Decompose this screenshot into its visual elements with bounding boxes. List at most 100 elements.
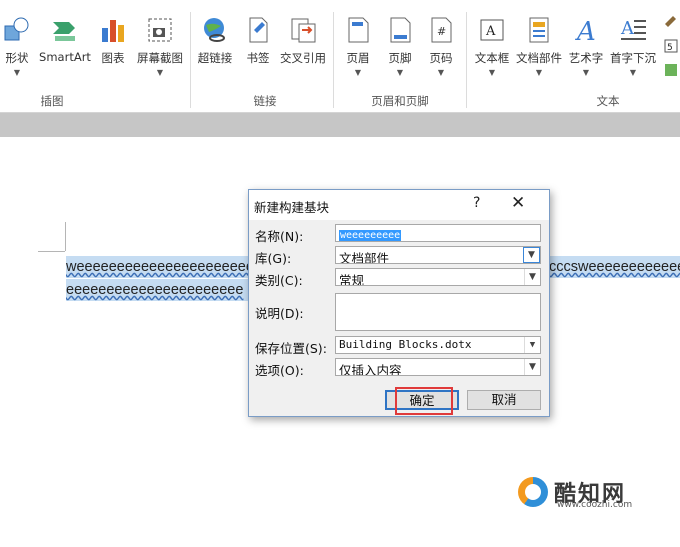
chevron-down-icon[interactable]: ▼ — [524, 269, 540, 285]
options-select[interactable]: 仅插入内容 ▼ — [335, 358, 541, 376]
group-label-text: 文本 — [596, 94, 620, 108]
margin-guide-horizontal — [38, 251, 65, 252]
save-location-value: Building Blocks.dotx — [339, 338, 472, 351]
page-number-button[interactable]: # 页码 ▼ — [424, 10, 458, 77]
chevron-down-icon: ▼ — [156, 68, 164, 77]
footer-button[interactable]: 页脚 ▼ — [383, 10, 417, 77]
svg-text:#: # — [437, 25, 446, 38]
smartart-button[interactable]: SmartArt — [38, 10, 92, 64]
svg-text:A: A — [620, 18, 635, 39]
smartart-label: SmartArt — [39, 50, 91, 64]
help-button[interactable]: ? — [473, 195, 480, 211]
gallery-value: 文档部件 — [339, 251, 390, 264]
dialog-title: 新建构建基块 — [254, 200, 330, 215]
cross-reference-label: 交叉引用 — [280, 51, 326, 65]
wordart-label: 艺术字 — [568, 51, 604, 65]
group-label-links: 链接 — [253, 94, 277, 108]
group-divider — [190, 12, 191, 108]
options-value: 仅插入内容 — [339, 363, 402, 376]
chevron-down-icon: ▼ — [437, 68, 445, 77]
group-divider — [466, 12, 467, 108]
chevron-down-icon: ▼ — [582, 68, 590, 77]
chevron-down-icon: ▼ — [396, 68, 404, 77]
page-number-label: 页码 — [429, 51, 453, 65]
chevron-down-icon: ▼ — [488, 68, 496, 77]
shapes-icon — [3, 16, 31, 44]
gallery-label: 库(G): — [255, 251, 292, 266]
bookmark-icon — [244, 16, 272, 44]
svg-text:A: A — [485, 24, 496, 39]
header-icon — [344, 16, 372, 44]
small-tools-column: 5 — [663, 14, 679, 84]
chevron-down-icon[interactable]: ▼ — [524, 337, 540, 353]
category-value: 常规 — [339, 273, 365, 286]
screenshot-label: 屏幕截图 — [137, 51, 183, 65]
header-button[interactable]: 页眉 ▼ — [341, 10, 375, 77]
footer-label: 页脚 — [388, 51, 412, 65]
chevron-down-icon: ▼ — [13, 68, 21, 77]
quick-parts-label: 文档部件 — [516, 51, 562, 65]
save-location-select[interactable]: Building Blocks.dotx ▼ — [335, 336, 541, 354]
name-field[interactable]: weeeeeeeee — [335, 224, 541, 242]
header-label: 页眉 — [346, 51, 370, 65]
watermark-logo-icon — [518, 477, 548, 507]
textbox-icon: A — [478, 16, 506, 44]
bookmark-label: 书签 — [246, 51, 270, 65]
group-label-illustrations: 插图 — [40, 94, 64, 108]
group-divider — [333, 12, 334, 108]
name-value: weeeeeeeee — [339, 230, 402, 241]
cancel-button[interactable]: 取消 — [467, 390, 541, 410]
bookmark-button[interactable]: 书签 — [241, 10, 275, 66]
quick-parts-icon — [525, 16, 553, 44]
drop-cap-button[interactable]: A 首字下沉 ▼ — [608, 10, 658, 77]
footer-icon — [386, 16, 414, 44]
drop-cap-icon: A — [619, 16, 647, 44]
screenshot-icon — [146, 16, 174, 44]
chevron-down-icon[interactable]: ▼ — [523, 247, 540, 263]
selected-text-line-2[interactable]: eeeeeeeeeeeeeeeeeeeeee — [66, 279, 248, 301]
close-button[interactable]: ✕ — [511, 193, 525, 213]
new-building-block-dialog: 新建构建基块 ? ✕ 名称(N): weeeeeeeee 库(G): 文档部件 … — [248, 189, 550, 417]
screenshot-button[interactable]: 屏幕截图 ▼ — [134, 10, 186, 77]
save-location-label: 保存位置(S): — [255, 341, 327, 356]
chevron-down-icon: ▼ — [535, 68, 543, 77]
description-field[interactable] — [335, 293, 541, 331]
chevron-down-icon[interactable]: ▼ — [524, 359, 540, 375]
shapes-label: 形状 — [5, 51, 29, 65]
highlight-box — [395, 387, 453, 415]
hyperlink-icon — [201, 16, 229, 44]
chart-icon — [99, 16, 127, 44]
cross-reference-icon — [289, 16, 317, 44]
drop-cap-label: 首字下沉 — [610, 51, 656, 65]
chart-button[interactable]: 图表 — [96, 10, 130, 66]
chevron-down-icon: ▼ — [354, 68, 362, 77]
wordart-button[interactable]: A 艺术字 ▼ — [566, 10, 606, 77]
ribbon: 形状 ▼ SmartArt 图表 屏幕截图 ▼ 超链接 书签 交叉引用 页眉 ▼… — [0, 0, 680, 113]
smartart-icon — [51, 16, 79, 44]
ruler-bar — [0, 113, 680, 137]
signature-line-icon: 5 — [664, 16, 678, 76]
group-label-header-footer: 页眉和页脚 — [371, 94, 429, 108]
gallery-select[interactable]: 文档部件 ▼ — [335, 246, 541, 264]
selected-text-line-1-right[interactable]: cccsweeeeeeeeeeee — [549, 256, 680, 278]
svg-text:A: A — [575, 17, 596, 44]
name-label: 名称(N): — [255, 229, 304, 244]
category-label: 类别(C): — [255, 273, 303, 288]
shapes-button[interactable]: 形状 ▼ — [0, 10, 34, 77]
wordart-icon: A — [572, 16, 600, 47]
options-label: 选项(O): — [255, 363, 304, 378]
selected-text-line-1-left[interactable]: weeeeeeeeeeeeeeeeeeeeeeee — [66, 256, 248, 278]
margin-guide-vertical — [65, 222, 66, 251]
watermark-url: www.coozhi.com — [557, 500, 633, 510]
description-label: 说明(D): — [255, 306, 304, 321]
hyperlink-label: 超链接 — [197, 51, 233, 65]
quick-parts-button[interactable]: 文档部件 ▼ — [514, 10, 564, 77]
chart-label: 图表 — [101, 51, 125, 65]
textbox-button[interactable]: A 文本框 ▼ — [472, 10, 512, 77]
hyperlink-button[interactable]: 超链接 — [195, 10, 235, 66]
dialog-titlebar[interactable]: 新建构建基块 ? ✕ — [249, 190, 549, 220]
page-number-icon: # — [427, 16, 455, 44]
svg-text:5: 5 — [667, 43, 673, 53]
cross-reference-button[interactable]: 交叉引用 — [278, 10, 328, 66]
category-select[interactable]: 常规 ▼ — [335, 268, 541, 286]
